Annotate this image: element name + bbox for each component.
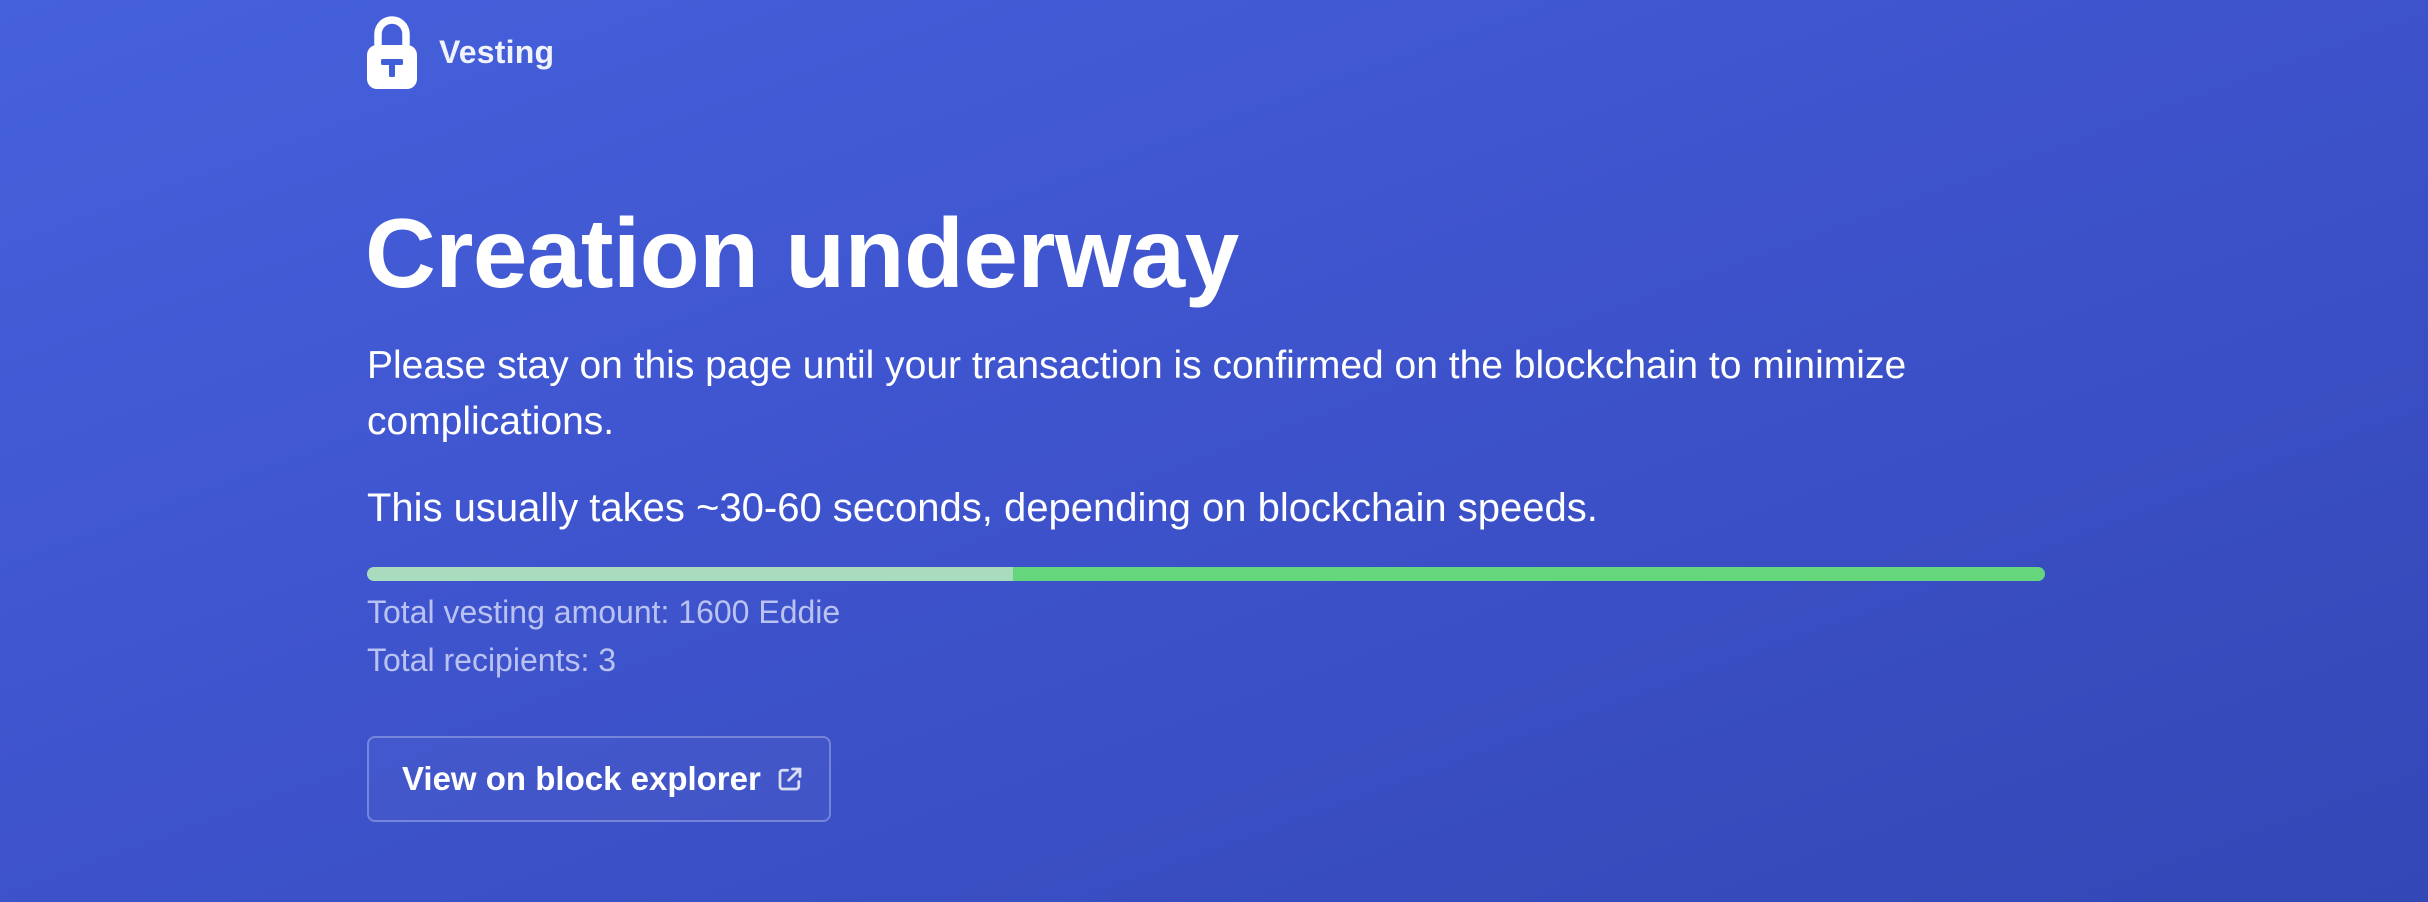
page-title: Creation underway xyxy=(365,198,1239,308)
progress-bar-fill xyxy=(367,567,1014,581)
external-link-icon xyxy=(778,767,802,791)
app-name: Vesting xyxy=(439,33,555,70)
view-on-block-explorer-button[interactable]: View on block explorer xyxy=(367,736,831,822)
instruction-text: Please stay on this page until your tran… xyxy=(367,344,1907,443)
total-vesting-amount: Total vesting amount: 1600 Eddie xyxy=(367,594,841,630)
progress-bar xyxy=(367,567,2045,581)
duration-note: This usually takes ~30-60 seconds, depen… xyxy=(367,486,1598,530)
total-recipients: Total recipients: 3 xyxy=(367,642,617,678)
app-header: Vesting xyxy=(367,14,554,90)
lock-icon xyxy=(367,16,417,89)
view-on-block-explorer-label: View on block explorer xyxy=(402,760,761,797)
